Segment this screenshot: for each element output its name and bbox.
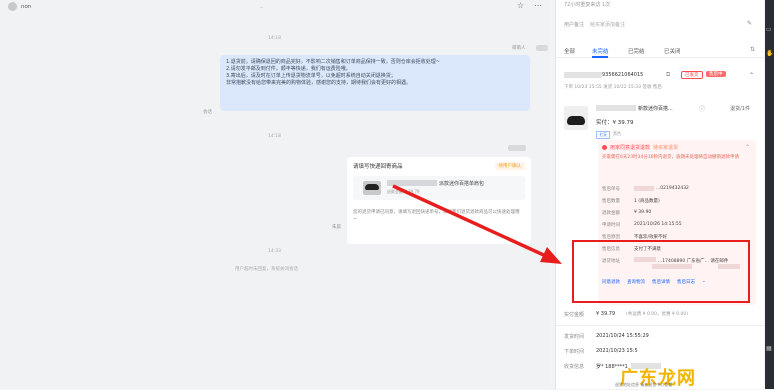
watermark-sub: 退货地址信息 请在退货中心查看 <box>615 382 673 387</box>
arrow-annotation <box>392 184 562 264</box>
